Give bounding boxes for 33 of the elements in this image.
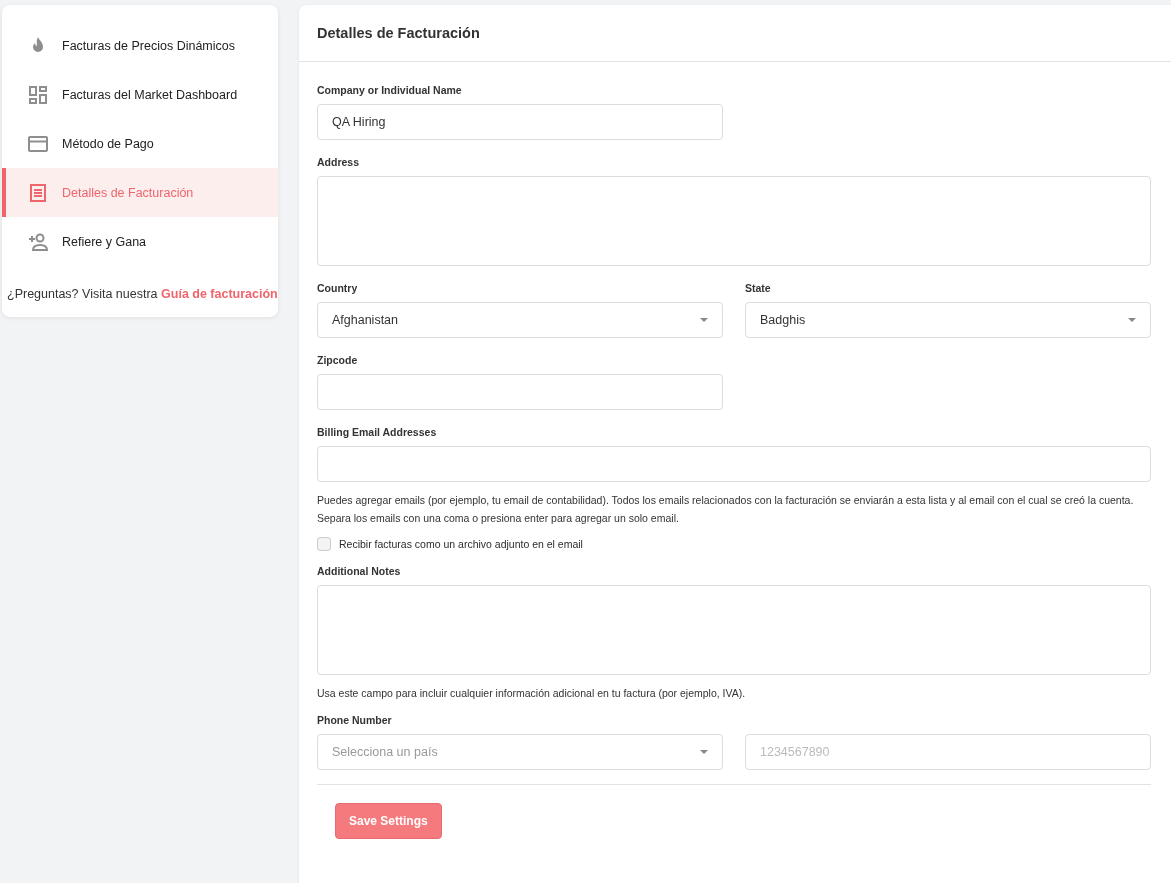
text-area[interactable] [317, 176, 1151, 266]
dropdown[interactable]: Afghanistan [317, 302, 723, 338]
caret-icon [700, 318, 708, 322]
field-label: Country [317, 281, 359, 296]
email-field[interactable] [317, 446, 1151, 482]
dropdown[interactable]: Badghis [745, 302, 1151, 338]
sidebar-item[interactable]: Refiere y Gana [2, 217, 278, 266]
help-text: Usa este campo para incluir cualquier información adicional en tu factura (por ejemplo, IVA). [317, 686, 747, 701]
help-text: ¿Preguntas? Visita nuestra [7, 287, 158, 301]
sidebar-item[interactable]: Facturas de Precios Dinámicos [2, 21, 278, 70]
form-title: Detalles de Facturación [317, 25, 480, 41]
credit-card-icon [28, 133, 48, 154]
field-label: Additional Notes [317, 564, 402, 579]
checkbox-label: Recibir facturas como un archivo adjunto en el email [339, 538, 583, 550]
field-label: State [745, 281, 772, 296]
receipt-icon [28, 182, 48, 203]
field-label: Zipcode [317, 353, 359, 368]
field-label: Address [317, 155, 360, 170]
caret-icon [700, 750, 708, 754]
checkbox[interactable] [317, 537, 331, 551]
sidebar-item[interactable]: Facturas del Market Dashboard [2, 70, 278, 119]
dashboard-icon [28, 84, 48, 105]
text-area[interactable] [317, 585, 1151, 675]
help-text: Puedes agregar emails (por ejemplo, tu email de contabilidad). Todos los emails relacionados con la facturación se enviarán a esta lista y al email con el cual se creó la cuenta. Separa los emails con una coma o presiona enter para agregar un solo email. [317, 493, 1135, 526]
field-label: Phone Number [317, 713, 393, 728]
input-field[interactable] [317, 374, 723, 410]
sidebar-item[interactable]: Método de Pago [2, 119, 278, 168]
caret-icon [1128, 318, 1136, 322]
input-field[interactable]: QA Hiring [317, 104, 723, 140]
add-person-icon [28, 231, 48, 252]
input-field[interactable]: 1234567890 [745, 734, 1151, 770]
field-label: Billing Email Addresses [317, 425, 438, 440]
field-label: Company or Individual Name [317, 83, 463, 98]
